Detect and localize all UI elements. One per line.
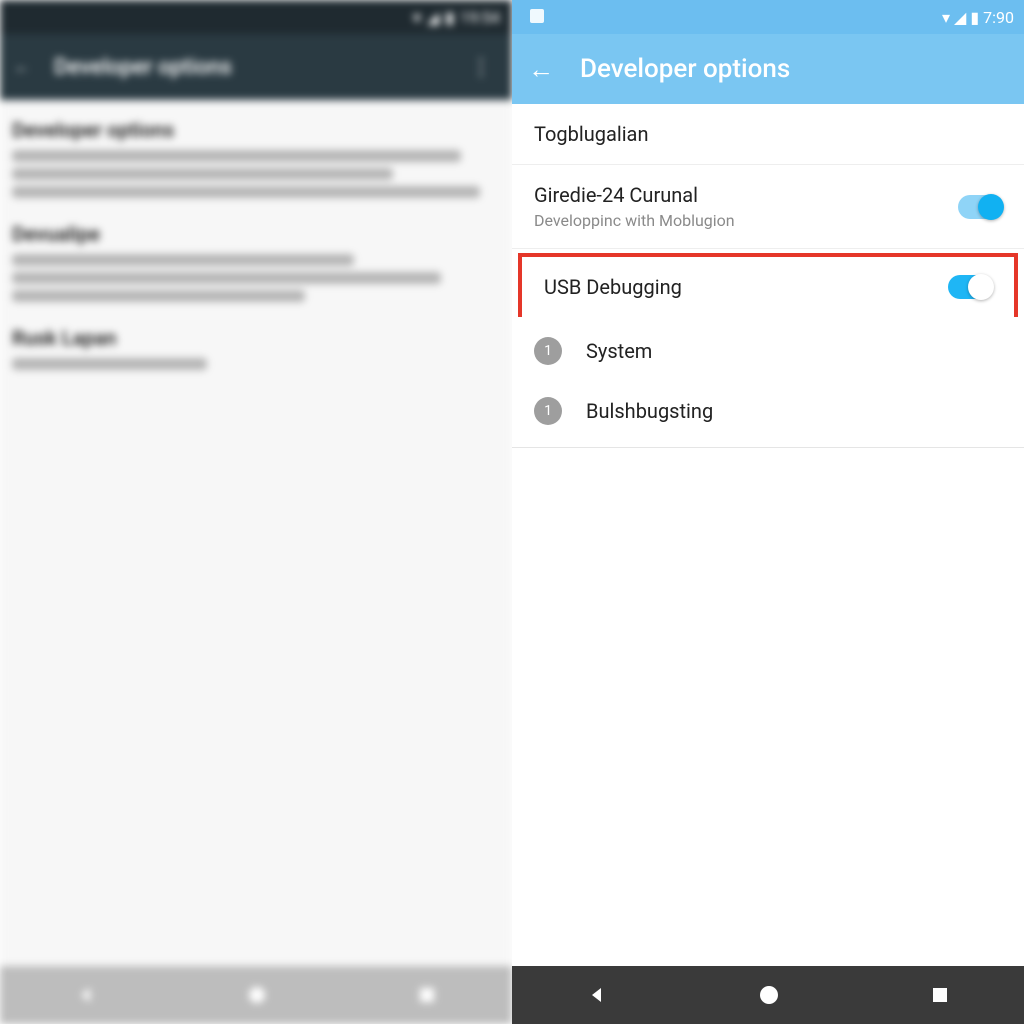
setting-label: USB Debugging (544, 275, 948, 299)
setting-row-bulshbugsting[interactable]: 1 Bulshbugsting (512, 381, 1024, 441)
nav-back-icon[interactable] (76, 985, 96, 1005)
left-phone-blurred: ▾ ◢ ▮ 19:54 ← Developer options ⋮ Develo… (0, 0, 512, 1024)
app-bar: ← Developer options (512, 34, 1024, 104)
setting-row-togblugalian[interactable]: Togblugalian (512, 104, 1024, 165)
cast-icon (526, 8, 544, 27)
page-title: Developer options (54, 55, 440, 80)
setting-row-system[interactable]: 1 System (512, 321, 1024, 381)
nav-home-icon[interactable] (247, 985, 267, 1005)
toggle-knob (978, 194, 1004, 220)
overflow-menu-icon[interactable]: ⋮ (464, 55, 498, 80)
nav-home-icon[interactable] (758, 984, 780, 1006)
android-nav-bar (0, 966, 512, 1024)
signal-icon: ◢ (954, 8, 966, 27)
back-icon[interactable]: ← (14, 57, 30, 77)
setting-sublabel: Developpinc with Moblugion (534, 211, 958, 230)
toggle-switch[interactable] (958, 195, 1002, 219)
section-title: Rusk Lapan (12, 326, 500, 350)
setting-label: Giredie-24 Curunal (534, 183, 958, 207)
divider (512, 447, 1024, 448)
battery-icon: ▮ (970, 8, 979, 27)
settings-body: Developer options Devualipe Rusk Lapan (0, 100, 512, 966)
setting-label: System (586, 339, 652, 363)
setting-label: Togblugalian (534, 122, 1002, 146)
section-title: Developer options (12, 118, 500, 142)
count-badge: 1 (534, 397, 562, 425)
right-phone: ▾ ◢ ▮ 7:90 ← Developer options Togblugal… (512, 0, 1024, 1024)
nav-back-icon[interactable] (587, 985, 607, 1005)
section[interactable]: Devualipe (12, 222, 500, 302)
setting-label: Bulshbugsting (586, 399, 713, 423)
section-title: Devualipe (12, 222, 500, 246)
status-bar: ▾ ◢ ▮ 7:90 (512, 0, 1024, 34)
settings-body: Togblugalian Giredie-24 Curunal Developp… (512, 104, 1024, 966)
wifi-icon: ▾ (942, 8, 950, 27)
setting-row-giredie[interactable]: Giredie-24 Curunal Developpinc with Mobl… (512, 165, 1024, 249)
section[interactable]: Rusk Lapan (12, 326, 500, 370)
battery-icon: ▮ (445, 8, 454, 27)
toggle-knob (968, 274, 994, 300)
app-bar: ← Developer options ⋮ (0, 34, 512, 100)
wifi-icon: ▾ (413, 8, 421, 27)
signal-icon: ◢ (427, 8, 439, 27)
toggle-switch[interactable] (948, 275, 992, 299)
page-title: Developer options (580, 54, 790, 84)
status-bar: ▾ ◢ ▮ 19:54 (0, 0, 512, 34)
section[interactable]: Developer options (12, 118, 500, 198)
count-badge: 1 (534, 337, 562, 365)
clock: 7:90 (983, 8, 1014, 27)
setting-row-usb-debugging[interactable]: USB Debugging (518, 253, 1018, 317)
clock: 19:54 (460, 8, 500, 27)
back-icon[interactable]: ← (528, 54, 554, 85)
nav-recent-icon[interactable] (418, 986, 436, 1004)
nav-recent-icon[interactable] (931, 986, 949, 1004)
android-nav-bar (512, 966, 1024, 1024)
